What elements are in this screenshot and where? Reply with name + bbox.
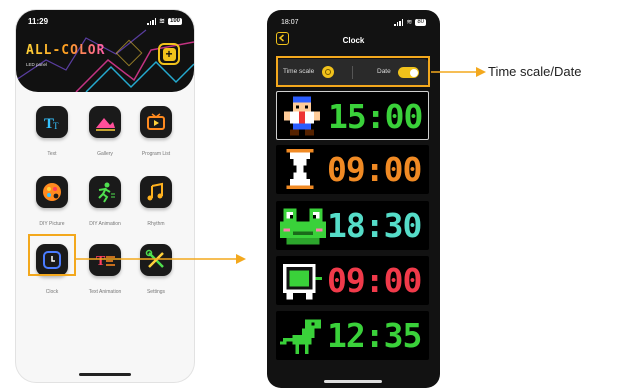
arrow-head-icon — [476, 67, 486, 77]
arrow-head-icon — [236, 254, 246, 264]
callout-arrows — [76, 67, 486, 264]
time-scale-date-callout-label: Time scale/Date — [488, 64, 582, 79]
instruction-figure: 11:29 ≋ 100 ALL-COLOR LED panel + T T Te… — [0, 0, 622, 389]
